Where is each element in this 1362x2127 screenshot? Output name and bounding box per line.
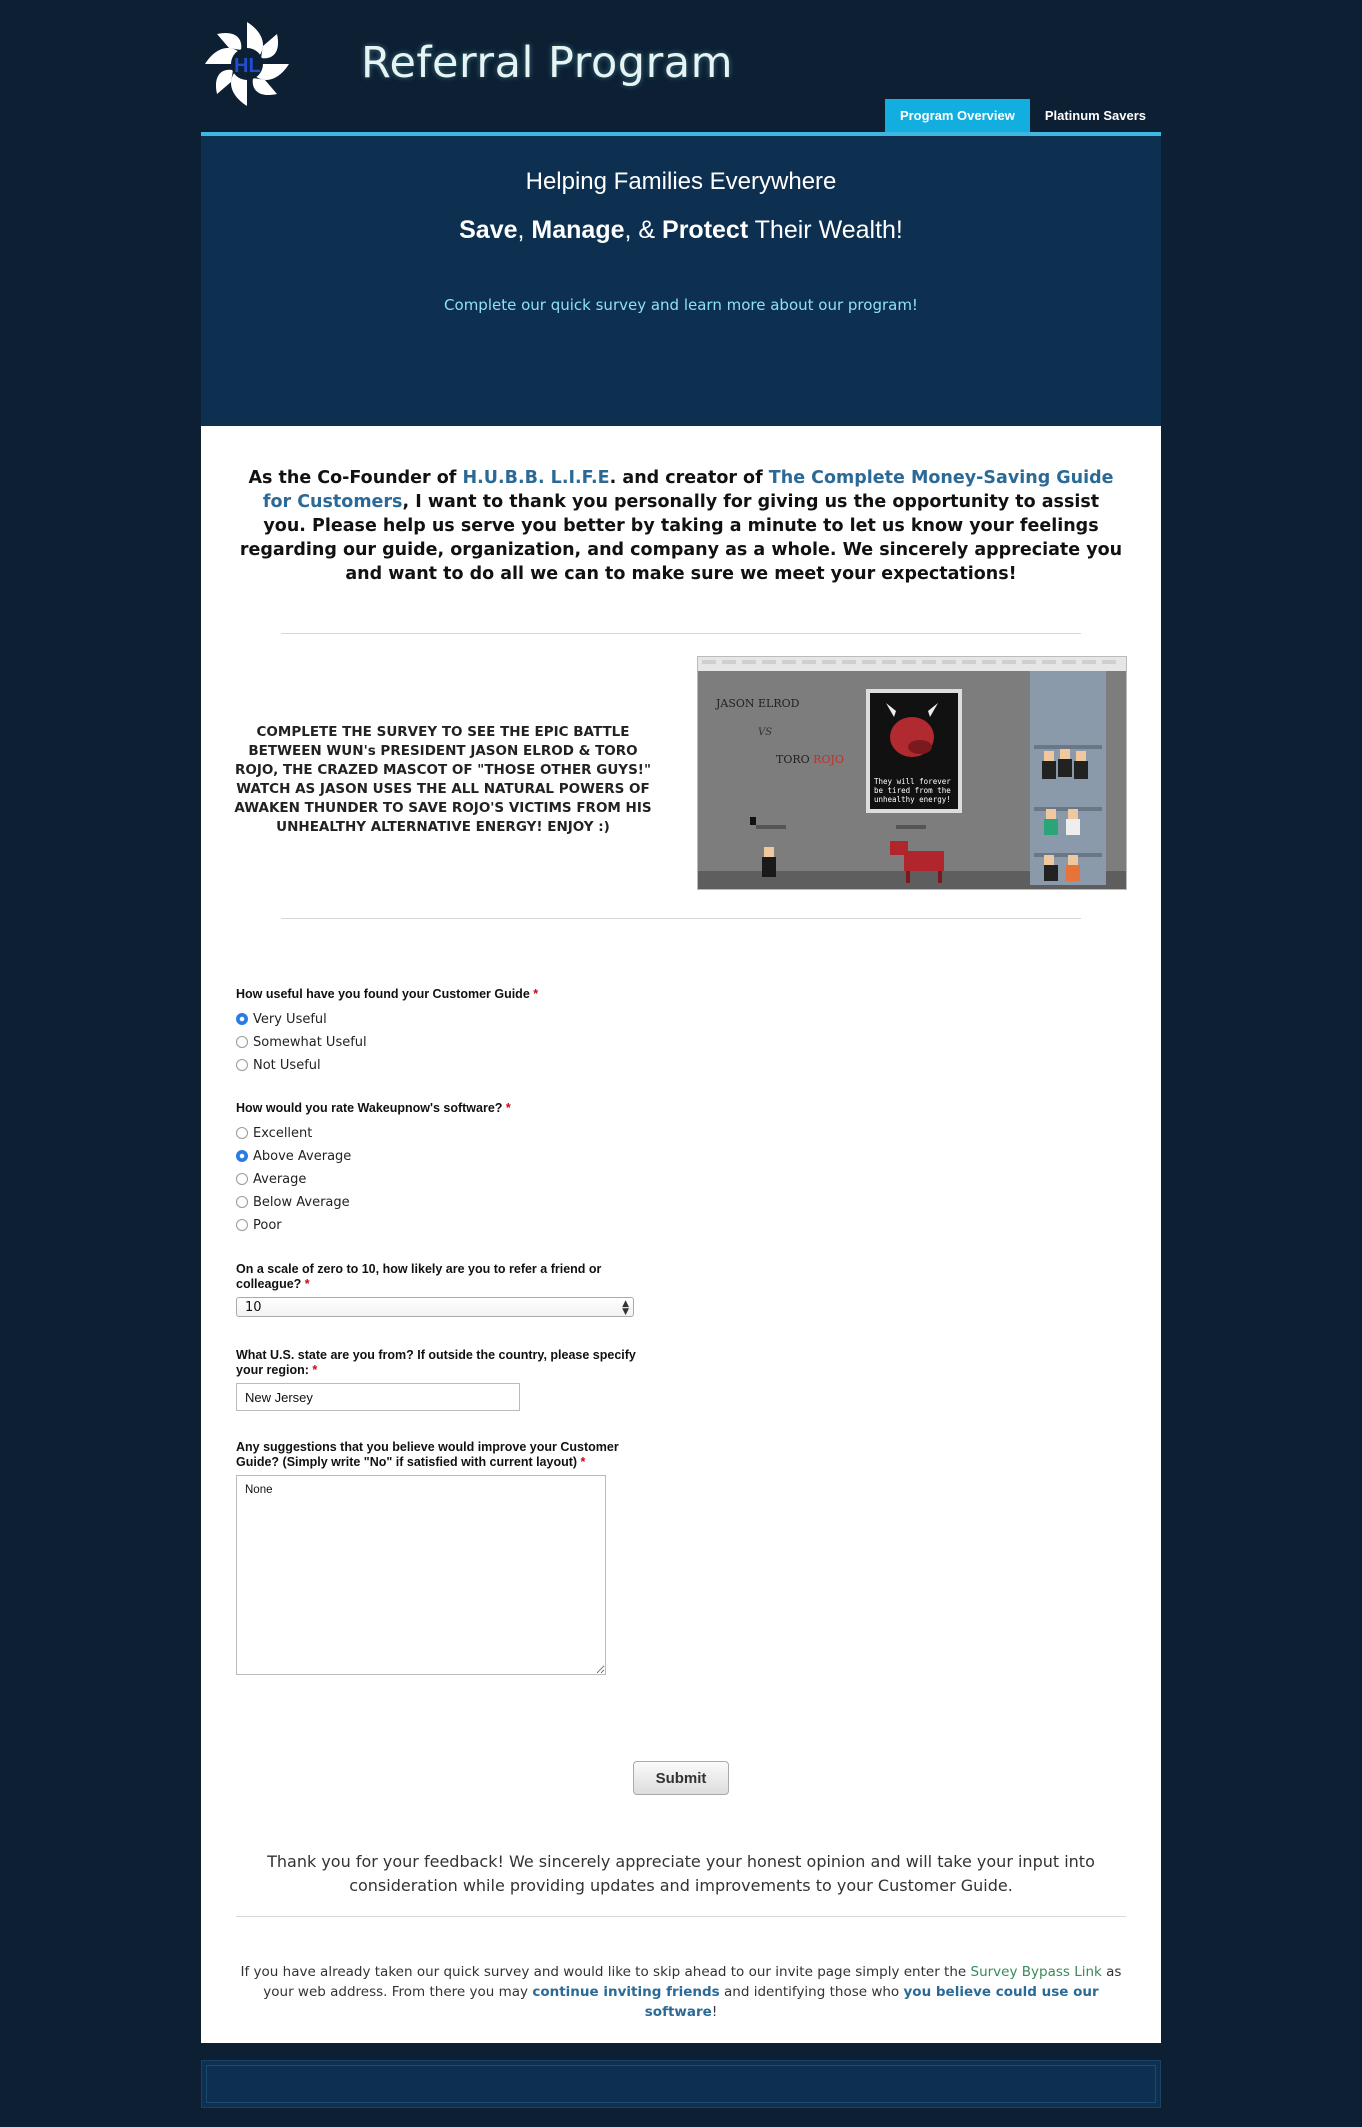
radio-indicator[interactable] (236, 1036, 248, 1048)
scene-name-jason: JASON ELROD (715, 697, 800, 710)
scene-poster-text: They will forever be tired from the unhe… (874, 777, 955, 804)
submit-button[interactable]: Submit (633, 1761, 729, 1795)
radio-indicator[interactable] (236, 1127, 248, 1139)
radio-excellent[interactable]: Excellent (236, 1124, 312, 1142)
thank-you-message: Thank you for your feedback! We sincerel… (267, 1852, 1095, 1895)
site-footer (201, 2060, 1161, 2108)
logo-text: HL (234, 55, 261, 77)
refer-score-select[interactable]: 10 ▲ ▼ (236, 1297, 634, 1317)
radio-above-average[interactable]: Above Average (236, 1147, 351, 1165)
footer-inner (206, 2065, 1156, 2103)
question-software-rating: How would you rate Wakeupnow's software?… (236, 1101, 511, 1115)
radio-indicator[interactable] (236, 1219, 248, 1231)
scene-name-toro: TORO ROJO (776, 753, 844, 766)
question-state: What U.S. state are you from? If outside… (236, 1348, 636, 1377)
main-content: As the Co-Founder of H.U.B.B. L.I.F.E. a… (201, 426, 1161, 2043)
radio-somewhat-useful[interactable]: Somewhat Useful (236, 1033, 367, 1051)
bypass-note: If you have already taken our quick surv… (240, 1964, 1122, 2020)
hero-subtitle: Complete our quick survey and learn more… (444, 296, 918, 314)
select-arrows-icon: ▲ ▼ (622, 1299, 629, 1317)
question-refer-likelihood: On a scale of zero to 10, how likely are… (236, 1262, 602, 1291)
logo-icon[interactable]: HL (201, 18, 293, 110)
radio-very-useful[interactable]: Very Useful (236, 1010, 327, 1028)
radio-indicator[interactable] (236, 1013, 248, 1025)
tab-platinum-savers[interactable]: Platinum Savers (1030, 99, 1161, 132)
suggestions-textarea[interactable]: None (236, 1475, 606, 1675)
nav-tabs: Program Overview Platinum Savers (884, 99, 1161, 132)
state-input[interactable] (236, 1383, 520, 1411)
continue-inviting-link[interactable]: continue inviting friends (532, 1984, 719, 2000)
radio-indicator[interactable] (236, 1150, 248, 1162)
page-title: Referral Program (361, 38, 733, 88)
tab-program-overview[interactable]: Program Overview (884, 99, 1030, 132)
hero-banner: Helping Families Everywhere Save, Manage… (201, 136, 1161, 426)
radio-indicator[interactable] (236, 1059, 248, 1071)
radio-poor[interactable]: Poor (236, 1216, 282, 1234)
survey-bypass-link[interactable]: Survey Bypass Link (971, 1964, 1102, 1980)
radio-indicator[interactable] (236, 1173, 248, 1185)
divider (236, 1916, 1126, 1917)
intro-paragraph: As the Co-Founder of H.U.B.B. L.I.F.E. a… (239, 468, 1123, 584)
battle-video-thumbnail[interactable]: JASON ELROD VS TORO ROJO They will forev… (697, 656, 1127, 890)
divider (281, 633, 1081, 634)
hubb-life-link[interactable]: H.U.B.B. L.I.F.E (462, 468, 609, 488)
radio-below-average[interactable]: Below Average (236, 1193, 350, 1211)
battle-description: COMPLETE THE SURVEY TO SEE THE EPIC BATT… (234, 724, 652, 835)
question-suggestions: Any suggestions that you believe would i… (236, 1440, 619, 1469)
divider (281, 918, 1081, 919)
scene-vs: VS (758, 727, 772, 738)
radio-not-useful[interactable]: Not Useful (236, 1056, 321, 1074)
radio-average[interactable]: Average (236, 1170, 306, 1188)
hero-tagline: Save, Manage, & Protect Their Wealth! (459, 216, 903, 244)
site-header: HL Referral Program Program Overview Pla… (201, 0, 1161, 136)
hero-heading: Helping Families Everywhere (525, 168, 837, 195)
question-guide-usefulness: How useful have you found your Customer … (236, 987, 539, 1001)
radio-indicator[interactable] (236, 1196, 248, 1208)
